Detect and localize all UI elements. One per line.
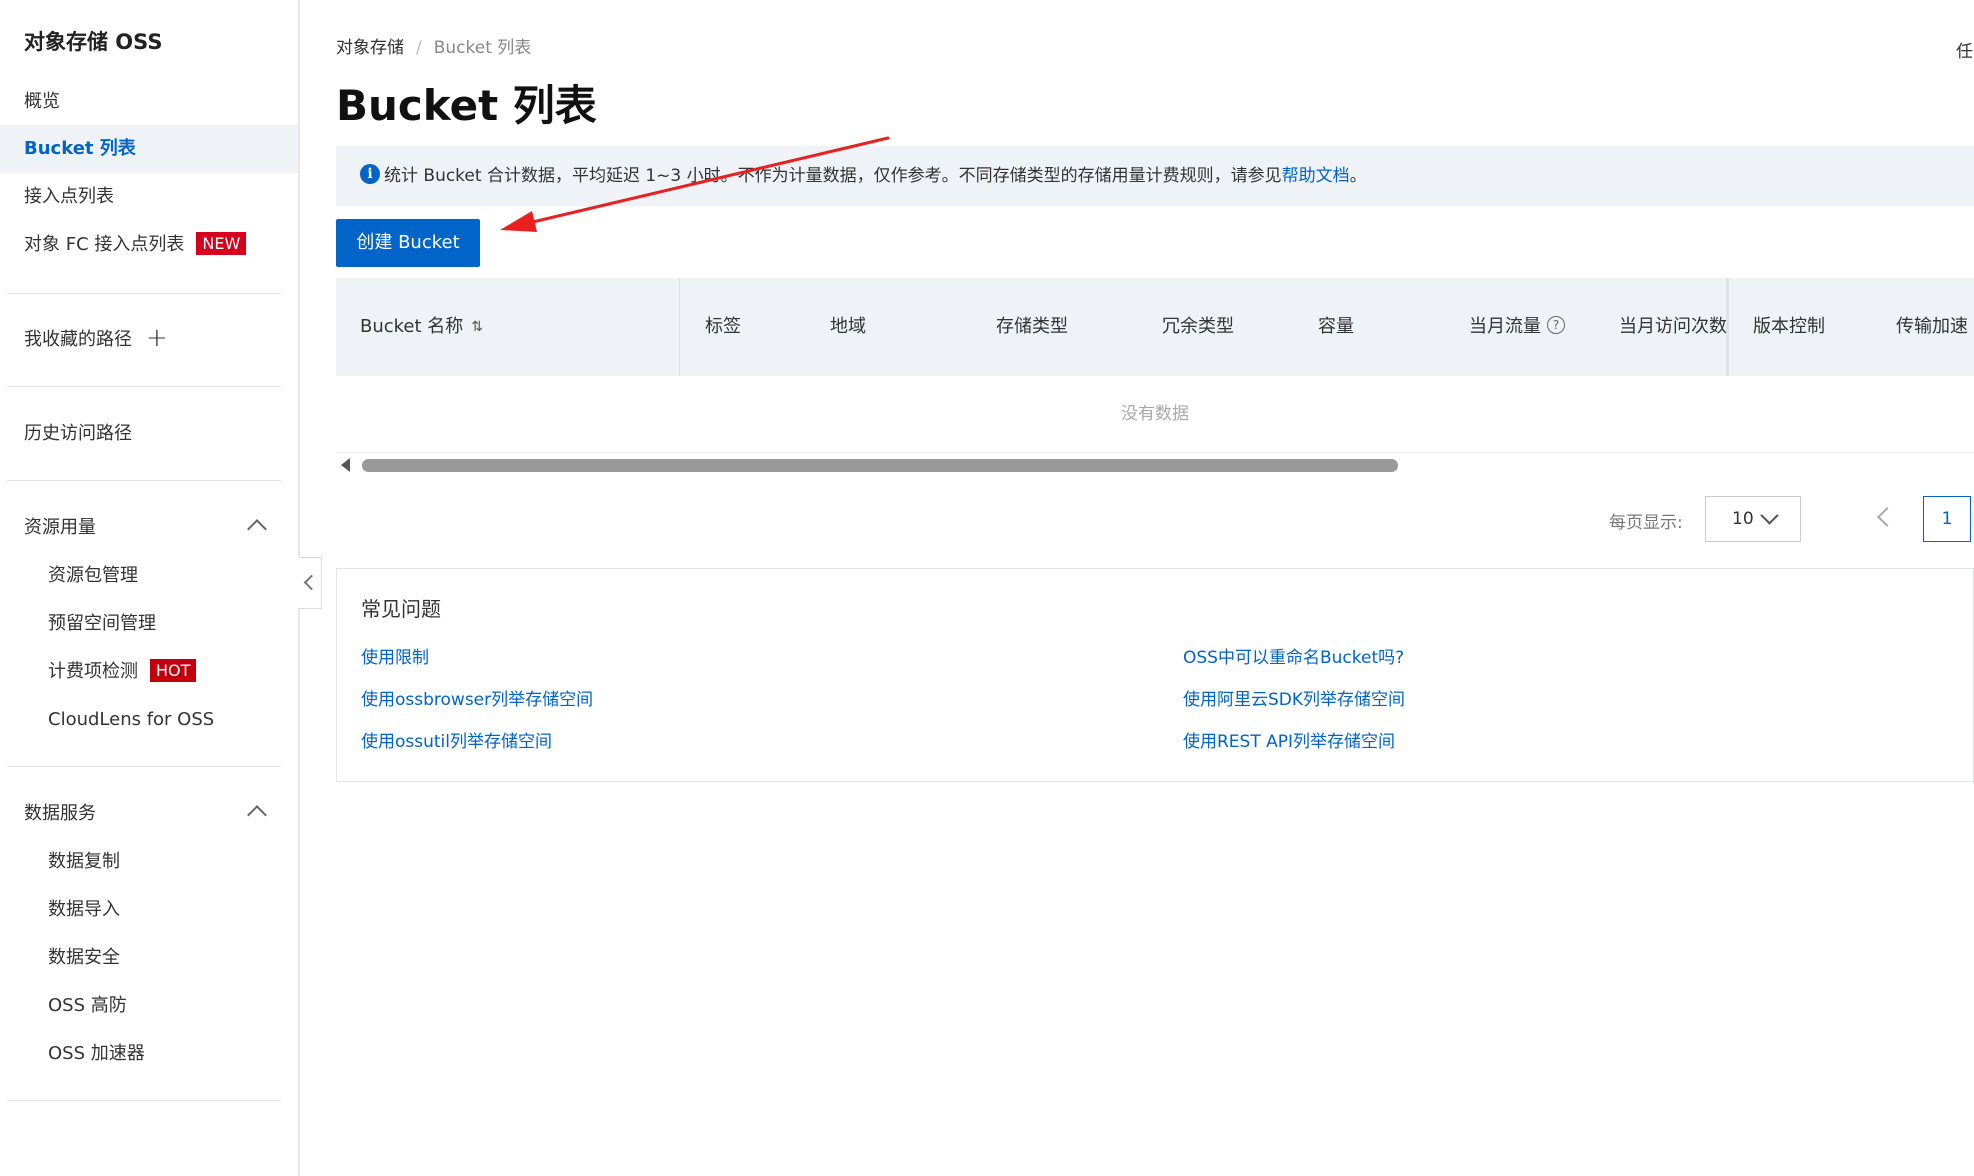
- breadcrumb-root[interactable]: 对象存储: [336, 38, 404, 58]
- chevron-down-icon: [1760, 506, 1779, 525]
- sidebar-item-favorite-paths[interactable]: 我收藏的路径 +: [0, 316, 298, 364]
- faq-link[interactable]: OSS中可以重命名Bucket吗?: [1183, 643, 1404, 668]
- sidebar-divider: [7, 1100, 281, 1101]
- new-badge: NEW: [196, 231, 247, 255]
- notice-text: 统计 Bucket 合计数据，平均延迟 1~3 小时。不作为计量数据，仅作参考。…: [384, 166, 1282, 186]
- sidebar-item-label: OSS 加速器: [48, 1043, 145, 1064]
- sidebar-divider: [7, 480, 281, 481]
- hot-badge: HOT: [150, 658, 197, 682]
- sidebar-item-data-security[interactable]: 数据安全: [0, 934, 298, 982]
- column-label: 当月流量: [1469, 316, 1541, 337]
- sidebar-item-oss-accelerator[interactable]: OSS 加速器: [0, 1030, 298, 1078]
- sidebar-item-label: 计费项检测: [48, 661, 138, 682]
- sidebar: 对象存储 OSS 概览 Bucket 列表 接入点列表 对象 FC 接入点列表 N…: [0, 0, 300, 1176]
- sidebar-title: 对象存储 OSS: [24, 30, 163, 54]
- sidebar-item-cloudlens[interactable]: CloudLens for OSS: [0, 696, 298, 744]
- help-doc-link[interactable]: 帮助文档: [1282, 166, 1350, 186]
- sidebar-item-oss-ddos[interactable]: OSS 高防: [0, 982, 298, 1030]
- sidebar-group-data-services[interactable]: 数据服务: [0, 790, 298, 838]
- faq-link[interactable]: 使用REST API列举存储空间: [1183, 727, 1395, 752]
- scroll-left-arrow-icon[interactable]: [341, 458, 350, 472]
- chevron-up-icon: [247, 519, 267, 539]
- sidebar-item-label: 资源包管理: [48, 565, 138, 586]
- chevron-left-icon: [303, 574, 320, 591]
- sidebar-item-resource-packages[interactable]: 资源包管理: [0, 552, 298, 600]
- column-header-storage-class: 存储类型: [996, 316, 1068, 337]
- faq-link[interactable]: 使用ossutil列举存储空间: [361, 727, 552, 752]
- sidebar-item-bucket-list[interactable]: Bucket 列表: [0, 125, 298, 173]
- faq-link[interactable]: 使用限制: [361, 643, 429, 668]
- column-header-versioning: 版本控制: [1753, 316, 1825, 337]
- sidebar-divider: [7, 766, 281, 767]
- sidebar-group-resource-usage[interactable]: 资源用量: [0, 504, 298, 552]
- column-header-capacity: 容量: [1318, 316, 1354, 337]
- column-header-transfer-acceleration: 传输加速: [1896, 316, 1968, 337]
- sidebar-item-label: 历史访问路径: [24, 423, 132, 444]
- horizontal-scrollbar-thumb[interactable]: [362, 459, 1398, 472]
- column-label: Bucket 名称: [360, 316, 464, 337]
- column-header-bucket-name[interactable]: Bucket 名称 ⇅: [336, 278, 680, 376]
- breadcrumb-separator: /: [416, 38, 422, 58]
- column-header-monthly-requests: 当月访问次数: [1619, 316, 1727, 337]
- column-header-tags: 标签: [705, 316, 741, 337]
- sidebar-item-overview[interactable]: 概览: [0, 78, 298, 126]
- faq-link[interactable]: 使用阿里云SDK列举存储空间: [1183, 685, 1405, 710]
- sidebar-item-data-import[interactable]: 数据导入: [0, 886, 298, 934]
- sidebar-item-label: 接入点列表: [24, 186, 114, 207]
- sidebar-item-label: 数据复制: [48, 851, 120, 872]
- sidebar-item-billing-check[interactable]: 计费项检测 HOT: [0, 648, 298, 696]
- sidebar-item-label: 资源用量: [24, 517, 96, 538]
- column-header-redundancy: 冗余类型: [1162, 316, 1234, 337]
- sidebar-item-data-replication[interactable]: 数据复制: [0, 838, 298, 886]
- sidebar-item-label: CloudLens for OSS: [48, 709, 215, 730]
- sidebar-item-label: OSS 高防: [48, 995, 127, 1016]
- breadcrumb-current: Bucket 列表: [433, 38, 532, 58]
- page-size-label: 每页显示:: [1609, 513, 1683, 533]
- page-number-current[interactable]: 1: [1923, 496, 1971, 542]
- faq-panel: 常见问题 使用限制 OSS中可以重命名Bucket吗? 使用ossbrowser…: [336, 568, 1974, 782]
- sidebar-item-history-paths[interactable]: 历史访问路径: [0, 410, 298, 458]
- sidebar-item-label: Bucket 列表: [24, 138, 136, 159]
- chevron-up-icon: [247, 805, 267, 825]
- sidebar-item-label: 概览: [24, 91, 60, 112]
- column-header-region: 地域: [830, 316, 866, 337]
- page-title: Bucket 列表: [336, 81, 597, 130]
- column-header-monthly-traffic: 当月流量?: [1469, 278, 1565, 376]
- sidebar-item-fc-access-points[interactable]: 对象 FC 接入点列表 NEW: [0, 221, 298, 269]
- sidebar-item-label: 数据导入: [48, 899, 120, 920]
- info-notice: i 统计 Bucket 合计数据，平均延迟 1~3 小时。不作为计量数据，仅作参考…: [336, 146, 1974, 206]
- sidebar-divider: [7, 293, 281, 294]
- sort-icon[interactable]: ⇅: [471, 278, 483, 376]
- sidebar-divider: [7, 386, 281, 387]
- notice-suffix: 。: [1349, 166, 1367, 186]
- fixed-column-divider: [1726, 278, 1729, 376]
- top-right-truncated-text[interactable]: 任: [1956, 37, 1973, 62]
- sidebar-item-reserved-capacity[interactable]: 预留空间管理: [0, 600, 298, 648]
- help-icon[interactable]: ?: [1547, 316, 1565, 334]
- breadcrumb: 对象存储 / Bucket 列表: [336, 33, 531, 58]
- sidebar-collapse-button[interactable]: [298, 557, 322, 609]
- bucket-table-header: Bucket 名称 ⇅ 标签 地域 存储类型 冗余类型 容量 当月流量? 当月访问…: [336, 278, 1974, 376]
- info-icon: i: [360, 164, 380, 184]
- sidebar-item-label: 数据安全: [48, 947, 120, 968]
- sidebar-item-access-points[interactable]: 接入点列表: [0, 173, 298, 221]
- faq-title: 常见问题: [361, 597, 441, 621]
- sidebar-item-label: 数据服务: [24, 803, 96, 824]
- annotation-arrowhead: [500, 211, 537, 232]
- add-icon[interactable]: +: [146, 314, 168, 362]
- create-bucket-button[interactable]: 创建 Bucket: [336, 219, 480, 267]
- empty-state-text: 没有数据: [336, 376, 1974, 453]
- sidebar-item-label: 预留空间管理: [48, 613, 156, 634]
- page-size-select[interactable]: 10: [1705, 496, 1801, 542]
- page-size-value: 10: [1732, 509, 1754, 529]
- sidebar-item-label: 我收藏的路径: [24, 329, 132, 350]
- prev-page-icon[interactable]: [1877, 507, 1897, 527]
- faq-link[interactable]: 使用ossbrowser列举存储空间: [361, 685, 593, 710]
- sidebar-item-label: 对象 FC 接入点列表: [24, 234, 185, 255]
